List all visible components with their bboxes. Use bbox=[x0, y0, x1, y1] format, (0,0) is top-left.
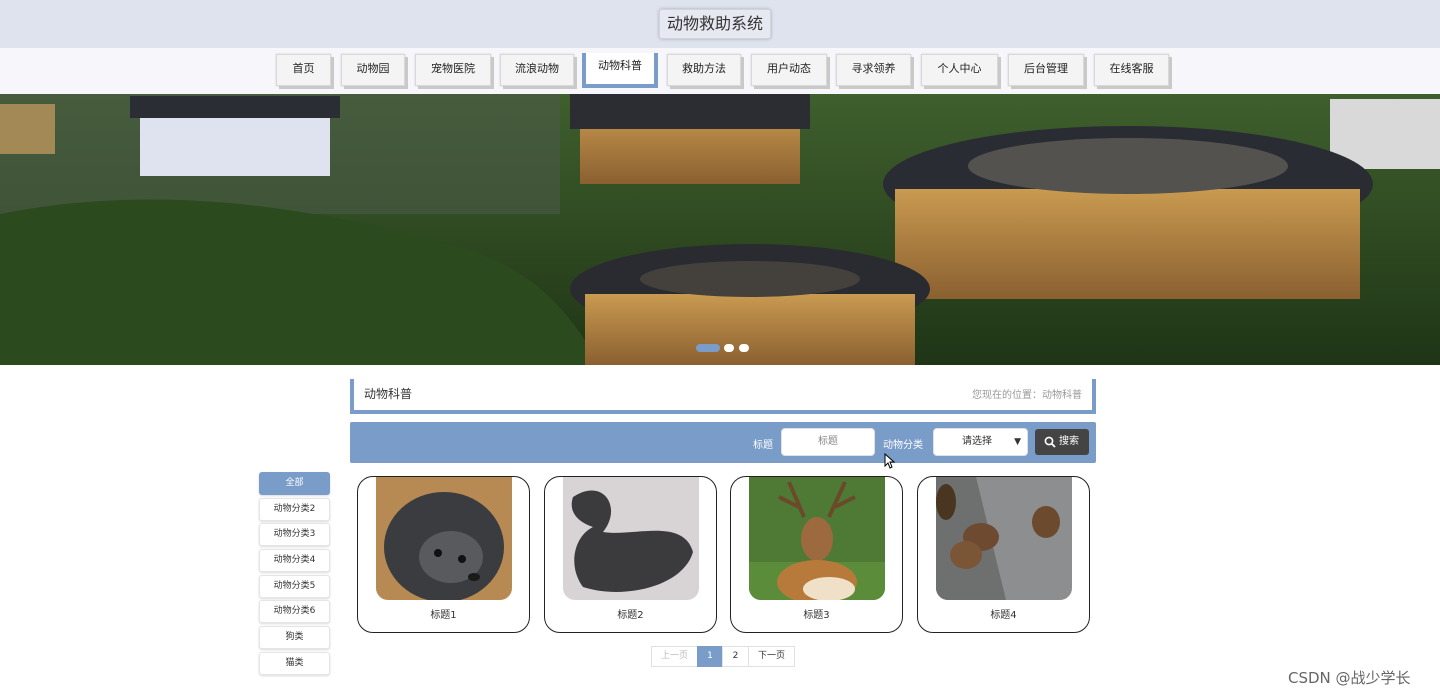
search-button-label: 搜索 bbox=[1059, 436, 1079, 447]
title-label: 标题 bbox=[753, 440, 773, 451]
page-title: 动物科普 bbox=[364, 387, 413, 401]
nav-item-zoo[interactable]: 动物园 bbox=[341, 54, 405, 86]
nav-item-pet-hospital[interactable]: 宠物医院 bbox=[415, 54, 491, 86]
banner-carousel[interactable] bbox=[0, 94, 1440, 365]
mouse-cursor-icon bbox=[884, 453, 896, 469]
article-card[interactable]: 标题3 bbox=[730, 476, 903, 633]
nav-item-stray-animals[interactable]: 流浪动物 bbox=[500, 54, 574, 86]
nav-item-personal-center[interactable]: 个人中心 bbox=[921, 54, 998, 86]
nav-item-animal-science[interactable]: 动物科普 bbox=[582, 53, 658, 88]
breadcrumb-location: 您现在的位置：动物科普 bbox=[972, 390, 1082, 401]
carousel-dot-1[interactable] bbox=[696, 344, 720, 352]
carousel-dot-3[interactable] bbox=[739, 344, 749, 352]
card-title: 标题4 bbox=[990, 610, 1017, 621]
sidebar-item-category-4[interactable]: 动物分类4 bbox=[259, 549, 330, 572]
card-title: 标题3 bbox=[803, 610, 830, 621]
sidebar-item-category-3[interactable]: 动物分类3 bbox=[259, 523, 330, 546]
article-card[interactable]: 标题1 bbox=[357, 476, 530, 633]
sidebar-item-all[interactable]: 全部 bbox=[259, 472, 330, 495]
nav-item-adoption[interactable]: 寻求领养 bbox=[836, 54, 911, 86]
watermark: CSDN @战少学长 bbox=[1288, 669, 1411, 687]
nav-item-rescue-methods[interactable]: 救助方法 bbox=[667, 54, 741, 86]
article-card[interactable]: 标题2 bbox=[544, 476, 717, 633]
card-image-binturong bbox=[376, 477, 512, 600]
card-title: 标题2 bbox=[617, 610, 644, 621]
search-icon bbox=[1044, 436, 1056, 448]
search-bar: 标题 标题 动物分类 请选择 ▼ 搜索 bbox=[350, 422, 1096, 463]
card-title: 标题1 bbox=[430, 610, 457, 621]
sidebar-item-category-5[interactable]: 动物分类5 bbox=[259, 575, 330, 598]
pagination-next-button[interactable]: 下一页 bbox=[748, 646, 795, 667]
nav-item-online-service[interactable]: 在线客服 bbox=[1094, 54, 1169, 86]
search-button[interactable]: 搜索 bbox=[1035, 429, 1089, 455]
pagination-page-2[interactable]: 2 bbox=[722, 646, 749, 667]
pagination-page-1[interactable]: 1 bbox=[697, 646, 723, 667]
category-label: 动物分类 bbox=[883, 440, 923, 451]
chevron-down-icon: ▼ bbox=[1014, 437, 1021, 447]
breadcrumb: 动物科普 您现在的位置：动物科普 bbox=[350, 379, 1096, 414]
nav-item-admin[interactable]: 后台管理 bbox=[1008, 54, 1084, 86]
banner-image bbox=[0, 94, 1440, 365]
sidebar-item-dogs[interactable]: 狗类 bbox=[259, 626, 330, 649]
site-title: 动物救助系统 bbox=[659, 9, 772, 39]
pagination-prev-button[interactable]: 上一页 bbox=[651, 646, 698, 667]
card-image-deer bbox=[749, 477, 885, 600]
top-header: 动物救助系统 bbox=[0, 0, 1440, 48]
sidebar-item-category-2[interactable]: 动物分类2 bbox=[259, 498, 330, 521]
category-select[interactable]: 请选择 ▼ bbox=[933, 428, 1028, 456]
article-card[interactable]: 标题4 bbox=[917, 476, 1090, 633]
nav-item-home[interactable]: 首页 bbox=[276, 54, 331, 86]
card-image-whale bbox=[563, 477, 699, 600]
nav-item-user-posts[interactable]: 用户动态 bbox=[751, 54, 827, 86]
sidebar-item-cats[interactable]: 猫类 bbox=[259, 652, 330, 675]
title-search-input[interactable]: 标题 bbox=[781, 428, 875, 456]
category-select-value: 请选择 bbox=[962, 436, 992, 447]
card-image-bears bbox=[936, 477, 1072, 600]
main-nav: 首页 动物园 宠物医院 流浪动物 动物科普 救助方法 用户动态 寻求领养 个人中… bbox=[0, 48, 1440, 94]
carousel-dot-2[interactable] bbox=[724, 344, 734, 352]
sidebar-item-category-6[interactable]: 动物分类6 bbox=[259, 600, 330, 623]
